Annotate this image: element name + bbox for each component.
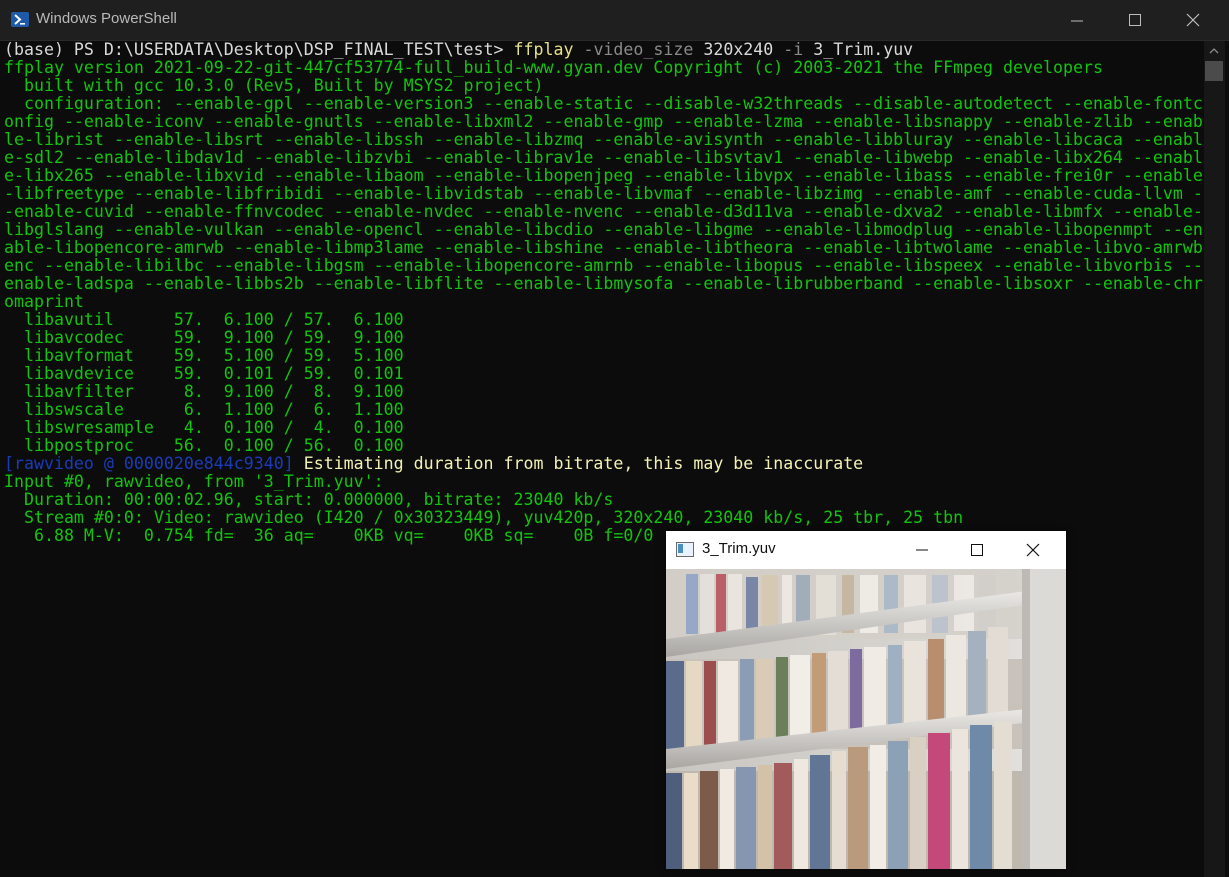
console-line: libavutil 57. 6.100 / 57. 6.100 (4, 311, 1204, 329)
console-line: libpostproc 56. 0.100 / 56. 0.100 (4, 437, 1204, 455)
scroll-up-arrow-icon[interactable] (1209, 47, 1219, 55)
console-line: e-libx265 --enable-libxvid --enable-liba… (4, 167, 1204, 185)
console-line: configuration: --enable-gpl --enable-ver… (4, 95, 1204, 113)
console-text: e-libx265 --enable-libxvid --enable-liba… (4, 167, 1203, 185)
window-title: Windows PowerShell (36, 10, 177, 27)
console-text: e-sdl2 --enable-libdav1d --enable-libzvb… (4, 149, 1203, 167)
console-text: Estimating duration from bitrate, this m… (303, 455, 864, 473)
video-minimize-button[interactable] (899, 531, 945, 569)
console-line: libswresample 4. 0.100 / 4. 0.100 (4, 419, 1204, 437)
console-line: able-libopencore-amrwb --enable-libmp3la… (4, 239, 1204, 257)
console-line: libavcodec 59. 9.100 / 59. 9.100 (4, 329, 1204, 347)
console-text: 6.88 M-V: 0.754 fd= 36 aq= 0KB vq= 0KB s… (4, 527, 654, 545)
console-line: libswscale 6. 1.100 / 6. 1.100 (4, 401, 1204, 419)
console-text: libavutil 57. 6.100 / 57. 6.100 (4, 311, 404, 329)
video-window-title: 3_Trim.yuv (702, 540, 776, 557)
video-window-title-bar[interactable]: 3_Trim.yuv (666, 531, 1066, 569)
console-line: -libfreetype --enable-libfribidi --enabl… (4, 185, 1204, 203)
console-line: ffplay version 2021-09-22-git-447cf53774… (4, 59, 1204, 77)
console-line: enc --enable-libilbc --enable-libgsm --e… (4, 257, 1204, 275)
console-text: libavdevice 59. 0.101 / 59. 0.101 (4, 365, 404, 383)
title-bar[interactable]: Windows PowerShell (0, 0, 1229, 41)
console-text: onfig --enable-iconv --enable-gnutls --e… (4, 113, 1203, 131)
console-line: [rawvideo @ 0000020e844c9340] Estimating… (4, 455, 1204, 473)
video-maximize-button[interactable] (954, 531, 1000, 569)
console-text: libswscale 6. 1.100 / 6. 1.100 (4, 401, 404, 419)
console-text: built with gcc 10.3.0 (Rev5, Built by MS… (4, 77, 544, 95)
console-line: le-librist --enable-libsrt --enable-libs… (4, 131, 1204, 149)
console-text: enc --enable-libilbc --enable-libgsm --e… (4, 257, 1203, 275)
maximize-icon (1129, 14, 1141, 26)
video-close-button[interactable] (1010, 531, 1056, 569)
console-line: libavfilter 8. 9.100 / 8. 9.100 (4, 383, 1204, 401)
console-line: enable-ladspa --enable-libbs2b --enable-… (4, 275, 1204, 293)
console-line: omaprint (4, 293, 1204, 311)
console-text: able-libopencore-amrwb --enable-libmp3la… (4, 239, 1203, 257)
console-text: libavcodec 59. 9.100 / 59. 9.100 (4, 329, 404, 347)
console-output[interactable]: (base) PS D:\USERDATA\Desktop\DSP_FINAL_… (4, 41, 1204, 561)
console-text: -enable-cuvid --enable-ffnvcodec --enabl… (4, 203, 1203, 221)
console-line: Input #0, rawvideo, from '3_Trim.yuv': (4, 473, 1204, 491)
scrollbar-thumb[interactable] (1205, 61, 1223, 81)
console-text: -libfreetype --enable-libfribidi --enabl… (4, 185, 1203, 203)
console-text: libavformat 59. 5.100 / 59. 5.100 (4, 347, 404, 365)
console-text: [rawvideo @ 0000020e844c9340] (4, 455, 304, 473)
video-frame (666, 569, 1066, 869)
app-window-icon (676, 542, 694, 557)
minimize-icon (916, 549, 928, 551)
maximize-button[interactable] (1106, 0, 1164, 40)
console-line: libglslang --enable-vulkan --enable-open… (4, 221, 1204, 239)
console-text: ffplay (513, 41, 584, 59)
console-text: Stream #0:0: Video: rawvideo (I420 / 0x3… (4, 509, 964, 527)
console-text: configuration: --enable-gpl --enable-ver… (4, 95, 1203, 113)
console-line: libavformat 59. 5.100 / 59. 5.100 (4, 347, 1204, 365)
console-line: -enable-cuvid --enable-ffnvcodec --enabl… (4, 203, 1204, 221)
console-text: -i (783, 41, 814, 59)
console-text: le-librist --enable-libsrt --enable-libs… (4, 131, 1203, 149)
console-text: (base) PS D:\USERDATA\Desktop\DSP_FINAL_… (4, 41, 514, 59)
console-text: enable-ladspa --enable-libbs2b --enable-… (4, 275, 1203, 293)
close-button[interactable] (1164, 0, 1222, 40)
console-text: 3_Trim.yuv (813, 41, 914, 59)
scrollbar[interactable] (1204, 41, 1225, 877)
console-text: libswresample 4. 0.100 / 4. 0.100 (4, 419, 404, 437)
powershell-icon (11, 12, 29, 27)
console-text: 320x240 (703, 41, 784, 59)
console-text: libavfilter 8. 9.100 / 8. 9.100 (4, 383, 404, 401)
console-line: libavdevice 59. 0.101 / 59. 0.101 (4, 365, 1204, 383)
console-text: -video_size (583, 41, 704, 59)
console-line: built with gcc 10.3.0 (Rev5, Built by MS… (4, 77, 1204, 95)
console-text: omaprint (4, 293, 84, 311)
close-icon (1186, 13, 1200, 27)
console-line: onfig --enable-iconv --enable-gnutls --e… (4, 113, 1204, 131)
console-text: libpostproc 56. 0.100 / 56. 0.100 (4, 437, 404, 455)
close-icon (1026, 543, 1040, 557)
console-text: Duration: 00:00:02.96, start: 0.000000, … (4, 491, 614, 509)
minimize-icon (1071, 20, 1083, 22)
ffplay-video-window[interactable]: 3_Trim.yuv (666, 531, 1066, 869)
console-text: libglslang --enable-vulkan --enable-open… (4, 221, 1203, 239)
console-line: Stream #0:0: Video: rawvideo (I420 / 0x3… (4, 509, 1204, 527)
console-text: Input #0, rawvideo, from '3_Trim.yuv': (4, 473, 384, 491)
console-text: ffplay version 2021-09-22-git-447cf53774… (4, 59, 1103, 77)
maximize-icon (971, 544, 983, 556)
console-line: (base) PS D:\USERDATA\Desktop\DSP_FINAL_… (4, 41, 1204, 59)
bookshelf-video-image (666, 569, 1066, 869)
console-line: e-sdl2 --enable-libdav1d --enable-libzvb… (4, 149, 1204, 167)
console-line: Duration: 00:00:02.96, start: 0.000000, … (4, 491, 1204, 509)
minimize-button[interactable] (1048, 0, 1106, 40)
